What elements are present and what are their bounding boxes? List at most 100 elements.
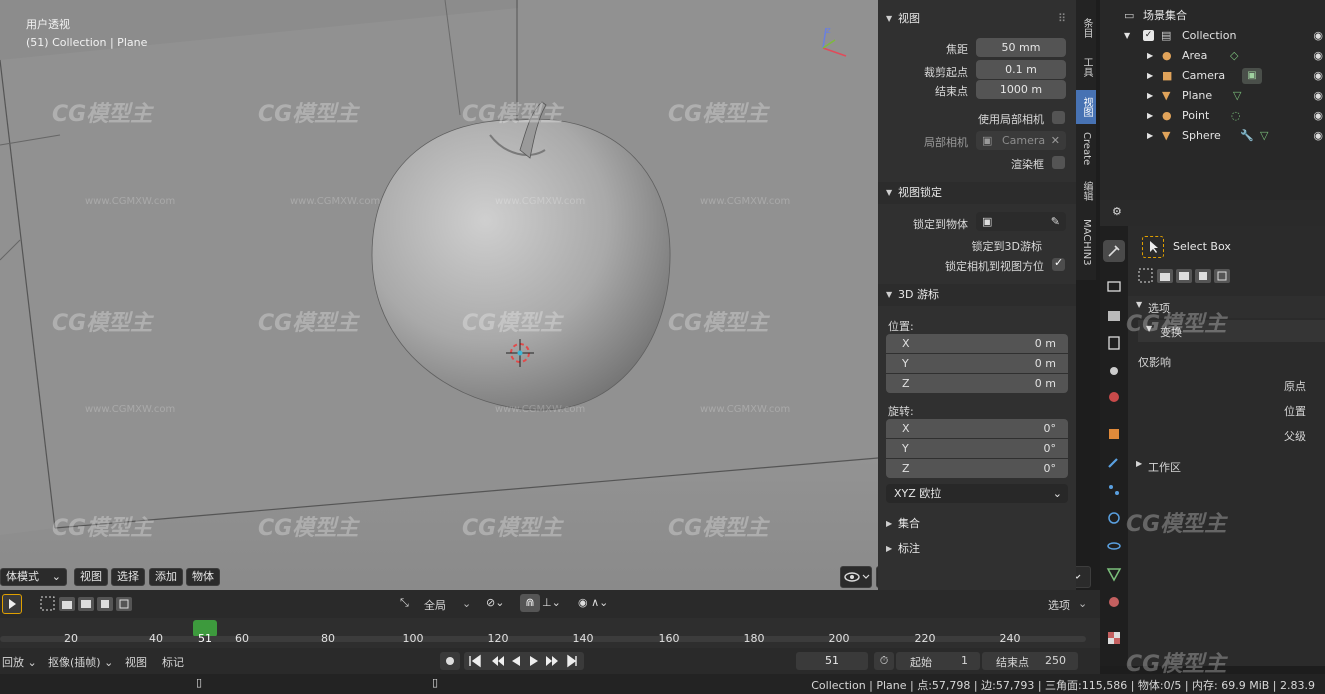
axis-value: 0° (1043, 462, 1057, 475)
cursor-rotation-y[interactable]: Y 0° (886, 439, 1068, 458)
transform-orientation-label[interactable]: 全局 (424, 597, 446, 613)
snap-target-icon[interactable]: ⊥⌄ (542, 596, 561, 609)
scene-tab-icon[interactable] (1103, 359, 1125, 381)
tab-machin3[interactable]: MACHIN3 (1076, 212, 1096, 272)
world-tab-icon[interactable] (1103, 386, 1125, 408)
menu-object[interactable]: 物体 (186, 568, 220, 586)
selection-mode-buttons[interactable] (1138, 268, 1230, 287)
view-lock-header[interactable]: ▼ 视图锁定 (878, 182, 1076, 204)
drag-handle-icon[interactable]: ⠿ (1058, 8, 1066, 30)
outliner-item-sphere[interactable]: ▶ ▼ Sphere 🔧 ▽ ◉ (1100, 126, 1325, 146)
start-frame-field[interactable]: 起始 1 (896, 652, 980, 670)
constraints-tab-icon[interactable] (1103, 535, 1125, 557)
lock-object-field[interactable]: ▣ ✎ (976, 212, 1066, 231)
material-tab-icon[interactable] (1103, 591, 1125, 613)
menu-add[interactable]: 添加 (149, 568, 183, 586)
editor-type-icon[interactable]: ⚙ (1112, 205, 1122, 218)
tool-tab-icon[interactable] (1103, 240, 1125, 262)
outliner-item-point[interactable]: ▶ ● Point ◌ ◉ (1100, 106, 1325, 126)
axis-value: 0° (1043, 422, 1057, 435)
marker-menu[interactable]: 标记 (162, 654, 184, 670)
tab-item[interactable]: 条目 (1076, 12, 1096, 44)
current-frame-field[interactable]: 51 (796, 652, 868, 670)
render-border-checkbox[interactable] (1052, 156, 1065, 169)
selection-mode-buttons[interactable] (40, 596, 132, 615)
modifier-tab-icon[interactable] (1103, 451, 1125, 473)
frame-tick: 120 (487, 632, 509, 645)
clip-end-field[interactable]: 1000 m (976, 80, 1066, 99)
3d-cursor-header[interactable]: ▼ 3D 游标 (878, 284, 1076, 306)
particles-tab-icon[interactable] (1103, 479, 1125, 501)
cursor-rotation-z[interactable]: Z 0° (886, 459, 1068, 478)
end-frame-field[interactable]: 结束点 250 (982, 652, 1078, 670)
object-tab-icon[interactable] (1103, 423, 1125, 445)
keying-menu[interactable]: 抠像(插帧) ⌄ (48, 654, 113, 670)
eye-icon[interactable]: ◉ (1313, 106, 1323, 126)
eye-icon[interactable]: ◉ (1313, 26, 1323, 46)
select-box-tool-icon[interactable] (1142, 236, 1164, 258)
cursor-rotation-x[interactable]: X 0° (886, 419, 1068, 438)
tab-create[interactable]: Create (1076, 128, 1096, 170)
render-tab-icon[interactable] (1103, 275, 1125, 297)
eye-icon[interactable]: ◉ (1313, 46, 1323, 66)
cursor-location-z[interactable]: Z 0 m (886, 374, 1068, 393)
stopwatch-icon[interactable]: ⏱ (874, 652, 894, 670)
play-tool-icon[interactable] (2, 594, 22, 614)
tab-edit[interactable]: 编辑 (1076, 176, 1096, 206)
annotations-header[interactable]: ▶ 标注 (878, 538, 1076, 560)
eye-icon[interactable]: ◉ (1313, 66, 1323, 86)
outliner-item-plane[interactable]: ▶ ▼ Plane ▽ ◉ (1100, 86, 1325, 106)
origins-label: 原点 (1284, 380, 1306, 393)
lock-3d-cursor-label[interactable]: 锁定到3D游标 (938, 238, 1042, 254)
outliner-item-camera[interactable]: ▶ ■ Camera ▣ ◉ (1100, 66, 1325, 86)
local-camera-field[interactable]: Camera ▣ ✕ (976, 131, 1066, 150)
timeline-options-label[interactable]: 选项 (1048, 597, 1070, 613)
collections-header[interactable]: ▶ 集合 (878, 513, 1076, 535)
pivot-icon[interactable]: ⊘⌄ (486, 596, 504, 609)
outliner-item-label: Area (1182, 49, 1208, 62)
collection-icon: ▤ (1161, 29, 1172, 42)
record-icon[interactable] (440, 652, 460, 670)
snap-icon[interactable]: ⋒ (520, 594, 540, 612)
view-layer-tab-icon[interactable] (1103, 332, 1125, 354)
light-icon: ● (1162, 49, 1172, 62)
scene-statistics: Collection | Plane | 点:57,798 | 边:57,793… (811, 679, 1315, 692)
output-tab-icon[interactable] (1103, 305, 1125, 327)
menu-view[interactable]: 视图 (74, 568, 108, 586)
texture-tab-icon[interactable] (1103, 627, 1125, 649)
timeline-view-menu[interactable]: 视图 (125, 654, 147, 670)
physics-tab-icon[interactable] (1103, 507, 1125, 529)
outliner-scene-collection[interactable]: ▭ 场景集合 (1100, 6, 1325, 26)
rotation-mode-select[interactable]: XYZ 欧拉 ⌄ (886, 484, 1068, 503)
checkbox-icon[interactable]: ✓ (1143, 30, 1154, 41)
lock-camera-checkbox[interactable] (1052, 256, 1065, 271)
light-icon: ● (1162, 109, 1172, 122)
camera-data-icon[interactable]: ▣ (1242, 68, 1262, 84)
view-section-header[interactable]: ▼ 视图 ⠿ (878, 8, 1076, 30)
clip-start-field[interactable]: 0.1 m (976, 60, 1066, 79)
menu-select[interactable]: 选择 (111, 568, 145, 586)
3d-viewport[interactable]: z 用户透视 (51) Collection | Plane CG模型主 CG模… (0, 0, 878, 590)
tab-view[interactable]: 视图 (1076, 90, 1096, 124)
proportional-edit-icon[interactable]: ◉ ∧⌄ (578, 596, 608, 609)
visibility-icon[interactable] (840, 566, 872, 588)
use-local-camera-checkbox[interactable] (1052, 111, 1065, 124)
data-tab-icon[interactable] (1103, 563, 1125, 585)
clear-icon[interactable]: ✕ (1051, 131, 1060, 150)
start-frame-value: 1 (961, 654, 968, 667)
playback-menu[interactable]: 回放 ⌄ (2, 654, 37, 670)
workspace-header[interactable]: ▶ 工作区 (1128, 456, 1325, 476)
active-tool-name: Select Box (1173, 240, 1231, 253)
outliner-collection[interactable]: ▼ ✓ ▤ Collection ◉ (1100, 26, 1325, 46)
eye-icon[interactable]: ◉ (1313, 126, 1323, 146)
eyedropper-icon[interactable]: ✎ (1051, 212, 1060, 231)
tab-tool[interactable]: 工具 (1076, 50, 1096, 84)
playback-controls[interactable] (464, 652, 584, 670)
mode-select[interactable]: 体模式 ⌄ (0, 568, 67, 586)
cursor-location-y[interactable]: Y 0 m (886, 354, 1068, 373)
focal-length-field[interactable]: 50 mm (976, 38, 1066, 57)
cursor-location-x[interactable]: X 0 m (886, 334, 1068, 353)
end-frame-label: 结束点 (996, 656, 1029, 669)
eye-icon[interactable]: ◉ (1313, 86, 1323, 106)
outliner-item-area[interactable]: ▶ ● Area ◇ ◉ (1100, 46, 1325, 66)
